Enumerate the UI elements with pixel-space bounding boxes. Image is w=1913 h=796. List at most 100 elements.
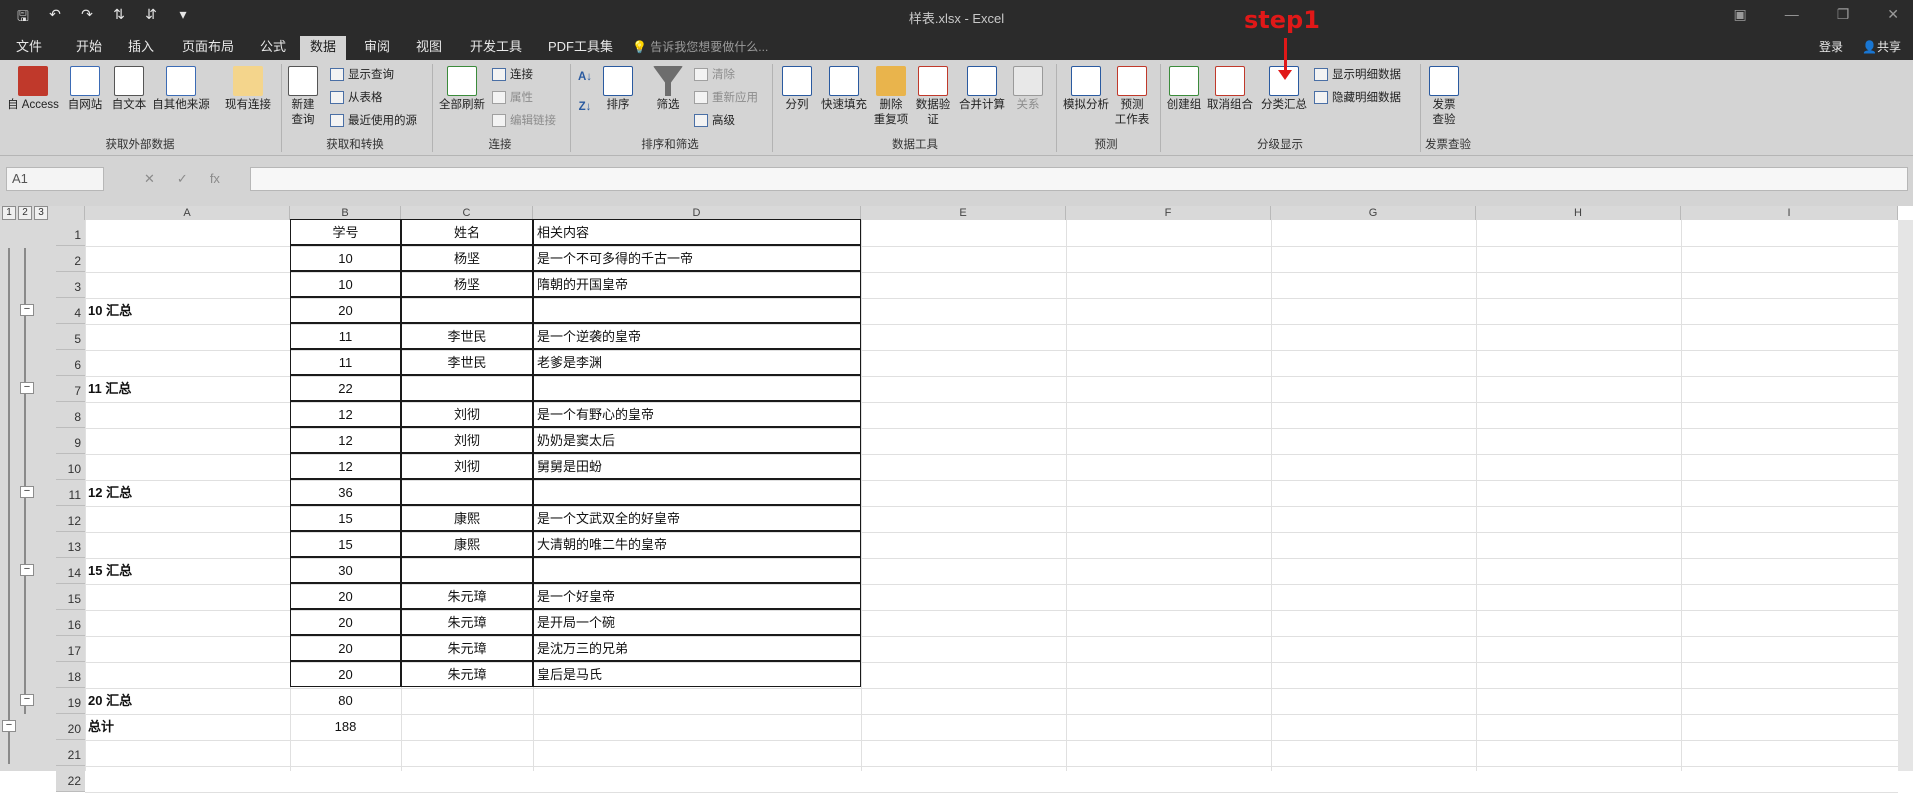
cell-d20[interactable] (533, 714, 861, 740)
cell-b17[interactable]: 20 (290, 635, 401, 661)
column-header-c[interactable]: C (401, 206, 533, 220)
cell-b20[interactable]: 188 (290, 714, 401, 740)
tab-file[interactable]: 文件 (6, 36, 52, 60)
row-header[interactable]: 3 (56, 272, 85, 298)
cell-c8[interactable]: 刘彻 (401, 401, 533, 427)
row-header[interactable]: 4 (56, 298, 85, 324)
cell-c3[interactable]: 杨坚 (401, 271, 533, 297)
row-header[interactable]: 14 (56, 558, 85, 584)
row-header[interactable]: 5 (56, 324, 85, 350)
collapse-20-button[interactable]: − (20, 694, 34, 706)
tab-formulas[interactable]: 公式 (250, 36, 296, 60)
cell-c20[interactable] (401, 714, 533, 740)
refresh-all-button[interactable]: 全部刷新 (436, 66, 488, 113)
column-header-f[interactable]: F (1066, 206, 1271, 220)
outline-level-1-button[interactable]: 1 (2, 206, 16, 220)
cell-c13[interactable]: 康熙 (401, 531, 533, 557)
cell-d16[interactable]: 是开局一个碗 (533, 609, 861, 635)
cell-a19[interactable]: 20 汇总 (85, 688, 290, 714)
tab-data[interactable]: 数据 (300, 36, 347, 60)
tab-insert[interactable]: 插入 (118, 36, 164, 60)
row-header[interactable]: 2 (56, 246, 85, 272)
collapse-10-button[interactable]: − (20, 304, 34, 316)
cell-b9[interactable]: 12 (290, 427, 401, 453)
cell-a17[interactable] (85, 636, 290, 662)
cell-b15[interactable]: 20 (290, 583, 401, 609)
row-header[interactable]: 10 (56, 454, 85, 480)
cell-b22[interactable] (290, 766, 401, 792)
row-header[interactable]: 12 (56, 506, 85, 532)
cell-d15[interactable]: 是一个好皇帝 (533, 583, 861, 609)
cell-a10[interactable] (85, 454, 290, 480)
cell-a21[interactable] (85, 740, 290, 766)
from-table-button[interactable]: 从表格 (330, 87, 383, 107)
cell-b12[interactable]: 15 (290, 505, 401, 531)
cell-b19[interactable]: 80 (290, 688, 401, 714)
collapse-15-button[interactable]: − (20, 564, 34, 576)
cell-d13[interactable]: 大清朝的唯二牛的皇帝 (533, 531, 861, 557)
select-all-corner[interactable] (56, 206, 85, 220)
forecast-sheet-button[interactable]: 预测 工作表 (1112, 66, 1152, 128)
cell-a9[interactable] (85, 428, 290, 454)
filter-button[interactable]: 筛选 (650, 66, 686, 113)
cancel-icon[interactable]: ✕ (144, 171, 155, 187)
cell-b21[interactable] (290, 740, 401, 766)
cell-a2[interactable] (85, 246, 290, 272)
cell-a12[interactable] (85, 506, 290, 532)
consolidate-button[interactable]: 合并计算 (956, 66, 1008, 113)
cell-a16[interactable] (85, 610, 290, 636)
cell-b8[interactable]: 12 (290, 401, 401, 427)
column-header-e[interactable]: E (861, 206, 1066, 220)
cell-c19[interactable] (401, 688, 533, 714)
cell-b14[interactable]: 30 (290, 557, 401, 583)
cell-c21[interactable] (401, 740, 533, 766)
cell-c6[interactable]: 李世民 (401, 349, 533, 375)
cell-a18[interactable] (85, 662, 290, 688)
row-header[interactable]: 8 (56, 402, 85, 428)
column-header-d[interactable]: D (533, 206, 861, 220)
row-header[interactable]: 13 (56, 532, 85, 558)
row-header[interactable]: 11 (56, 480, 85, 506)
from-text-button[interactable]: 自文本 (108, 66, 150, 113)
from-access-button[interactable]: 自 Access (4, 66, 62, 113)
row-header[interactable]: 9 (56, 428, 85, 454)
share-button[interactable]: 👤共享 (1862, 38, 1901, 55)
restore-icon[interactable]: ❐ (1837, 6, 1850, 23)
flash-fill-button[interactable]: 快速填充 (818, 66, 870, 113)
cell-b11[interactable]: 36 (290, 479, 401, 505)
ribbon-display-icon[interactable]: ▣ (1733, 6, 1746, 23)
column-header-b[interactable]: B (290, 206, 401, 220)
cell-c1[interactable]: 姓名 (401, 219, 533, 245)
cell-a7[interactable]: 11 汇总 (85, 376, 290, 402)
cell-d10[interactable]: 舅舅是田蚡 (533, 453, 861, 479)
cell-a22[interactable] (85, 766, 290, 792)
text-to-columns-button[interactable]: 分列 (776, 66, 818, 113)
column-header-i[interactable]: I (1681, 206, 1898, 220)
row-header[interactable]: 21 (56, 740, 85, 766)
cell-d18[interactable]: 皇后是马氏 (533, 661, 861, 687)
properties-button[interactable]: 属性 (492, 87, 533, 107)
cell-b5[interactable]: 11 (290, 323, 401, 349)
cell-d2[interactable]: 是一个不可多得的千古一帝 (533, 245, 861, 271)
collapse-total-button[interactable]: − (2, 720, 16, 732)
tab-view[interactable]: 视图 (406, 36, 452, 60)
login-link[interactable]: 登录 (1819, 38, 1843, 55)
remove-duplicates-button[interactable]: 删除 重复项 (870, 66, 912, 128)
cell-c14[interactable] (401, 557, 533, 583)
cell-c12[interactable]: 康熙 (401, 505, 533, 531)
minimize-icon[interactable]: — (1785, 6, 1799, 23)
sort-desc-button[interactable]: Z↓ (574, 100, 596, 115)
cell-b2[interactable]: 10 (290, 245, 401, 271)
formula-input[interactable] (250, 167, 1908, 191)
cell-a6[interactable] (85, 350, 290, 376)
collapse-12-button[interactable]: − (20, 486, 34, 498)
cell-a15[interactable] (85, 584, 290, 610)
cell-c18[interactable]: 朱元璋 (401, 661, 533, 687)
tab-review[interactable]: 审阅 (354, 36, 400, 60)
ungroup-button[interactable]: 取消组合 (1204, 66, 1256, 113)
cell-a4[interactable]: 10 汇总 (85, 298, 290, 324)
row-header[interactable]: 15 (56, 584, 85, 610)
cell-c22[interactable] (401, 766, 533, 792)
cell-b3[interactable]: 10 (290, 271, 401, 297)
reapply-button[interactable]: 重新应用 (694, 87, 758, 107)
